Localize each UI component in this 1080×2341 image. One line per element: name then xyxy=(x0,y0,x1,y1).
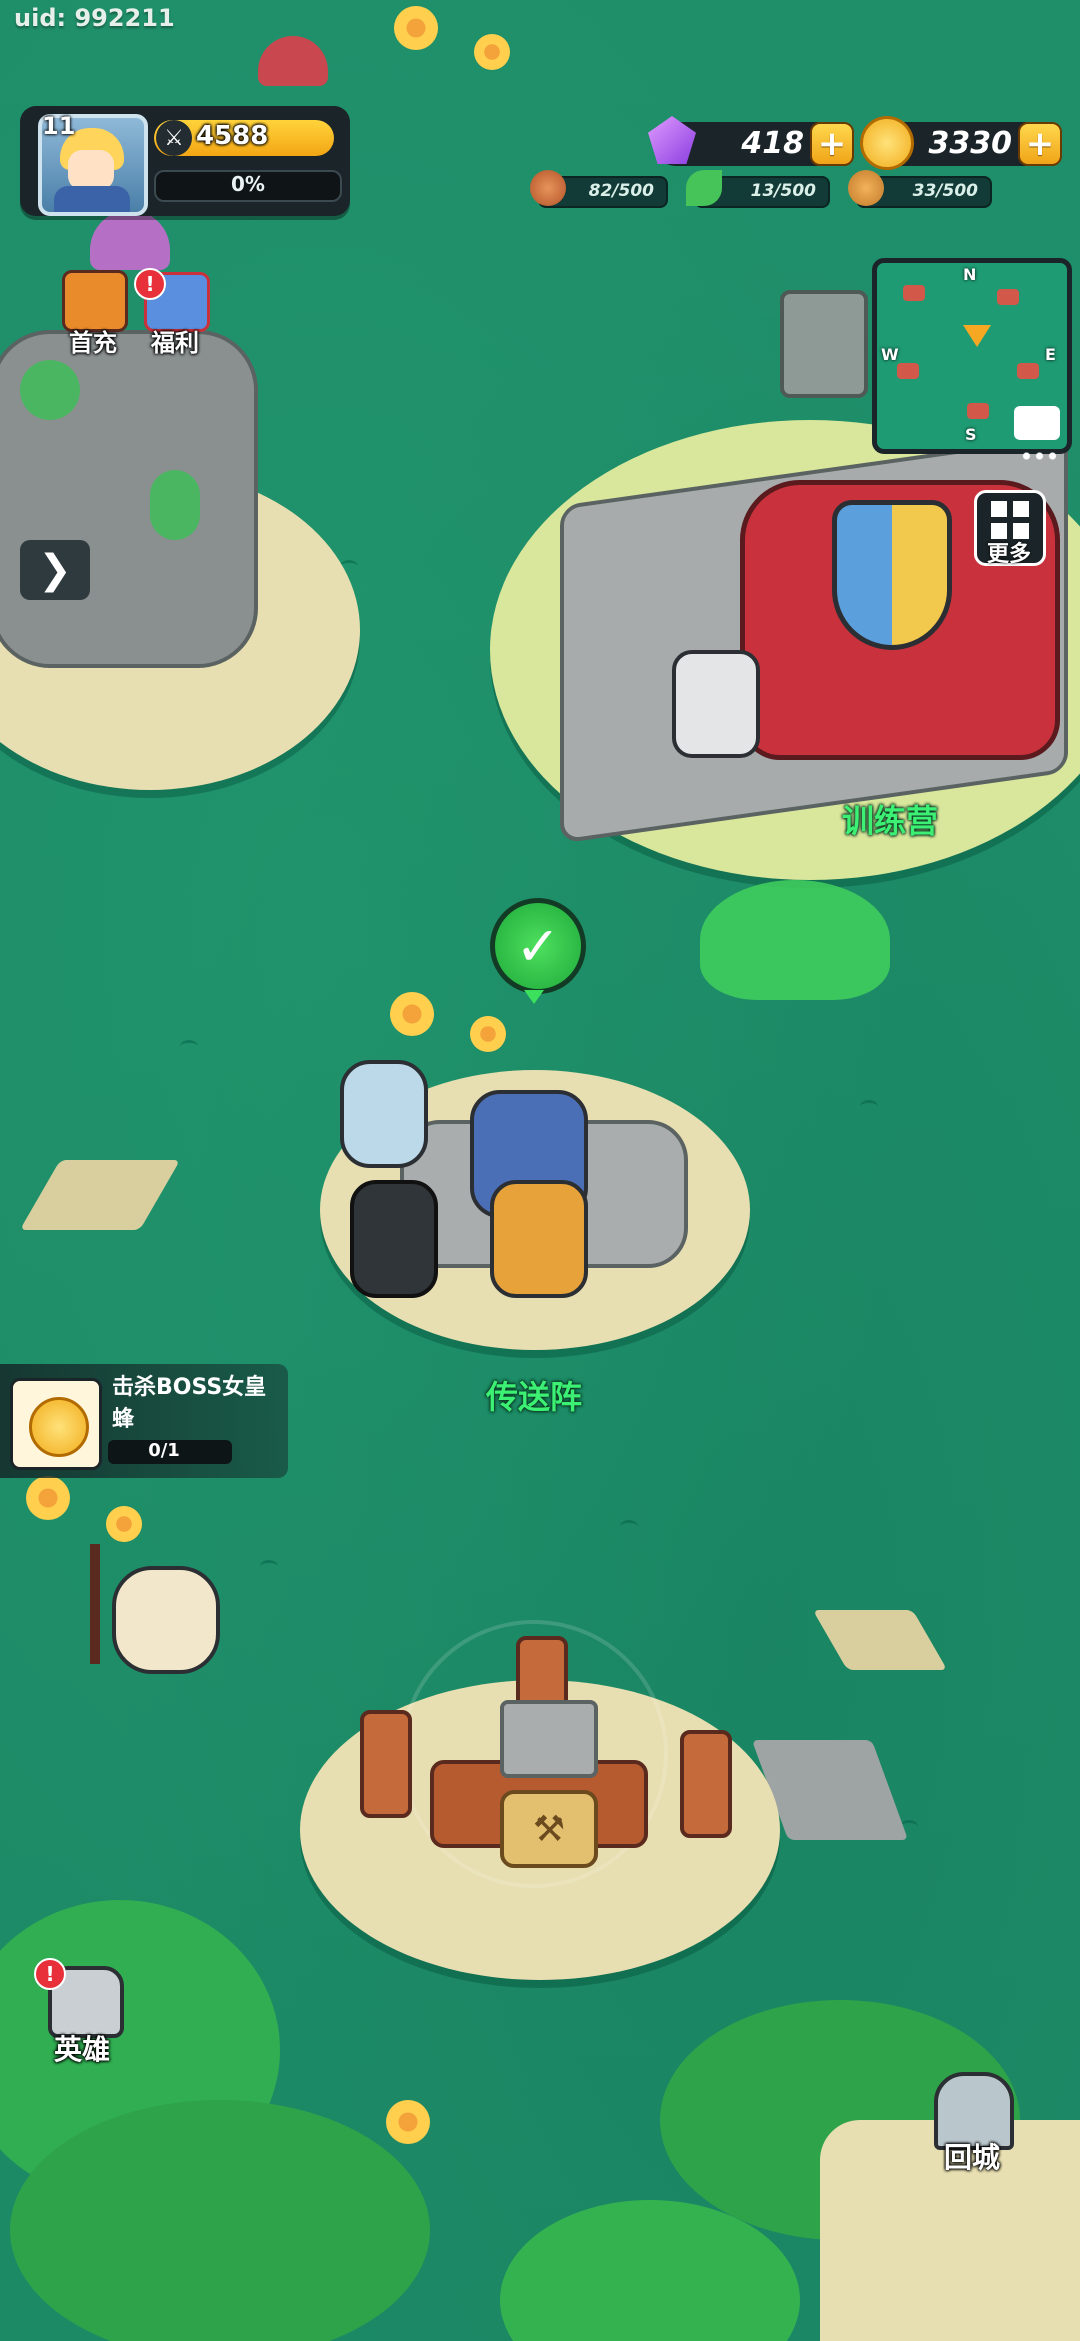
compass-e: E xyxy=(1045,345,1056,364)
check-marker-pointer xyxy=(524,990,544,1004)
flower xyxy=(106,1506,142,1542)
quest-tracker[interactable]: 击杀BOSS女皇蜂 0/1 xyxy=(0,1364,288,1478)
meat-value: 82/500 xyxy=(588,181,654,201)
return-city-label: 回城 xyxy=(943,2141,1000,2174)
chevron-right-icon: ❯ xyxy=(38,547,72,593)
moss xyxy=(150,470,200,540)
timber-value: 33/500 xyxy=(912,181,978,201)
timber-resource[interactable]: 33/500 xyxy=(848,170,992,208)
training-camp-label[interactable]: 训练营 xyxy=(842,796,938,842)
flower xyxy=(390,992,434,1036)
quest-progress: 0/1 xyxy=(148,1440,180,1461)
wood-post xyxy=(680,1730,732,1838)
gold-coin-icon xyxy=(860,116,914,170)
compass-s: S xyxy=(965,425,977,444)
dark-hero[interactable] xyxy=(350,1180,438,1298)
flower xyxy=(394,6,438,50)
add-gold-button[interactable]: + xyxy=(1018,122,1062,166)
shield-icon xyxy=(832,500,952,650)
bush xyxy=(700,880,890,1000)
expand-arrow-button[interactable]: ❯ xyxy=(20,540,90,600)
hero-label: 英雄 xyxy=(53,2033,110,2066)
hero-button[interactable]: ! 英雄 xyxy=(34,1958,130,2068)
alert-badge: ! xyxy=(34,1958,66,1990)
leaf-value: 13/500 xyxy=(750,181,816,201)
camera-icon[interactable] xyxy=(1014,406,1060,440)
stone-blocks xyxy=(500,1700,598,1778)
welfare-label: 福利 xyxy=(151,329,199,357)
welfare-button[interactable]: ! 福利 xyxy=(130,266,220,357)
moss xyxy=(20,360,80,420)
build-hammer-icon[interactable]: ⚒ xyxy=(500,1790,598,1868)
exp-percent: 0% xyxy=(231,172,265,196)
gold-coin-icon xyxy=(29,1397,89,1457)
meat-resource[interactable]: 82/500 xyxy=(530,170,668,208)
game-screen: { "uid_label": "uid: 992211", "player": … xyxy=(0,0,1080,2341)
rock-pillar xyxy=(780,290,868,398)
grass-tuft xyxy=(860,1100,878,1113)
flower xyxy=(470,1016,506,1052)
teleport-label[interactable]: 传送阵 xyxy=(486,1372,582,1418)
meat-icon xyxy=(530,170,566,206)
quest-reward-icon xyxy=(10,1378,102,1470)
flower xyxy=(474,34,510,70)
gem-value: 418 xyxy=(741,126,804,161)
priest-npc[interactable] xyxy=(112,1566,220,1674)
player-location-icon xyxy=(963,325,991,347)
power-value: 4588 xyxy=(196,121,269,151)
timber-icon xyxy=(848,170,884,206)
first-recharge-label: 首充 xyxy=(69,329,117,357)
grass-tuft xyxy=(180,1040,198,1053)
first-recharge-button[interactable]: 首充 xyxy=(48,266,138,357)
crossed-swords-icon: ⚔ xyxy=(156,120,192,156)
flower xyxy=(26,1476,70,1520)
player-panel[interactable]: 11 ⚔ 4588 0% xyxy=(20,106,350,216)
quest-title: 击杀BOSS女皇蜂 xyxy=(112,1375,267,1432)
add-gems-button[interactable]: + xyxy=(810,122,854,166)
grass-tuft xyxy=(620,1520,638,1533)
alert-badge: ! xyxy=(134,268,166,300)
leaf-resource[interactable]: 13/500 xyxy=(686,170,830,208)
uid-label: uid: 992211 xyxy=(14,4,175,32)
check-marker-icon[interactable]: ✓ xyxy=(490,898,586,994)
gold-counter[interactable]: 3330 + xyxy=(860,116,1062,170)
return-city-button[interactable]: 回城 xyxy=(924,2066,1020,2176)
knight-npc[interactable] xyxy=(672,650,760,758)
compass-w: W xyxy=(881,345,899,364)
grass-tuft xyxy=(260,1560,278,1573)
wood-post xyxy=(360,1710,412,1818)
gold-value: 3330 xyxy=(928,126,1013,161)
player-level: 11 xyxy=(42,112,76,140)
fairy-hero[interactable] xyxy=(340,1060,428,1168)
page-dots xyxy=(1020,452,1060,460)
grid-icon xyxy=(991,501,1029,539)
bearded-warrior-hero[interactable] xyxy=(490,1180,588,1298)
gem-counter[interactable]: 418 + xyxy=(648,116,854,166)
more-label: 更多 xyxy=(986,542,1031,567)
leaf-icon xyxy=(686,170,722,206)
compass-n: N xyxy=(963,265,977,284)
staff xyxy=(90,1544,100,1664)
flower xyxy=(386,2100,430,2144)
